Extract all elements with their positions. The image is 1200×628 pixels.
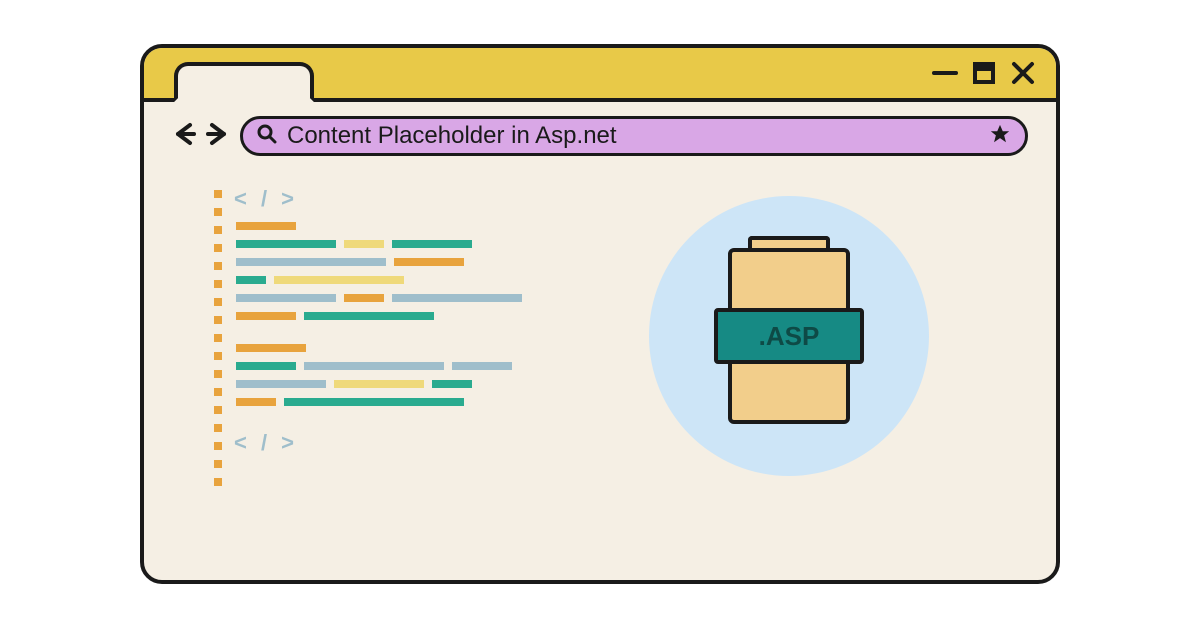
asp-file-icon: .ASP (714, 236, 864, 436)
address-bar[interactable]: Content Placeholder in Asp.net (240, 116, 1028, 156)
search-icon (257, 124, 277, 149)
code-open-tag-icon: < / > (234, 186, 522, 212)
file-illustration: .ASP (562, 236, 1016, 436)
forward-icon[interactable] (204, 121, 230, 152)
code-gutter (214, 186, 222, 486)
address-bar-text: Content Placeholder in Asp.net (287, 122, 979, 150)
code-lines: < / > < / > (236, 186, 522, 486)
window-controls (932, 48, 1036, 98)
browser-window: Content Placeholder in Asp.net < / > (140, 44, 1060, 584)
maximize-icon[interactable] (972, 61, 996, 85)
titlebar (144, 48, 1056, 102)
code-close-tag-icon: < / > (234, 430, 522, 456)
file-extension-label: .ASP (714, 308, 864, 364)
star-icon[interactable] (989, 123, 1011, 150)
content-area: < / > < / > .ASP (144, 156, 1056, 516)
nav-arrows (172, 121, 230, 152)
minimize-icon[interactable] (932, 60, 958, 86)
browser-tab[interactable] (174, 62, 314, 102)
back-icon[interactable] (172, 121, 198, 152)
close-icon[interactable] (1010, 60, 1036, 86)
nav-row: Content Placeholder in Asp.net (144, 102, 1056, 156)
code-illustration: < / > < / > (214, 186, 522, 486)
